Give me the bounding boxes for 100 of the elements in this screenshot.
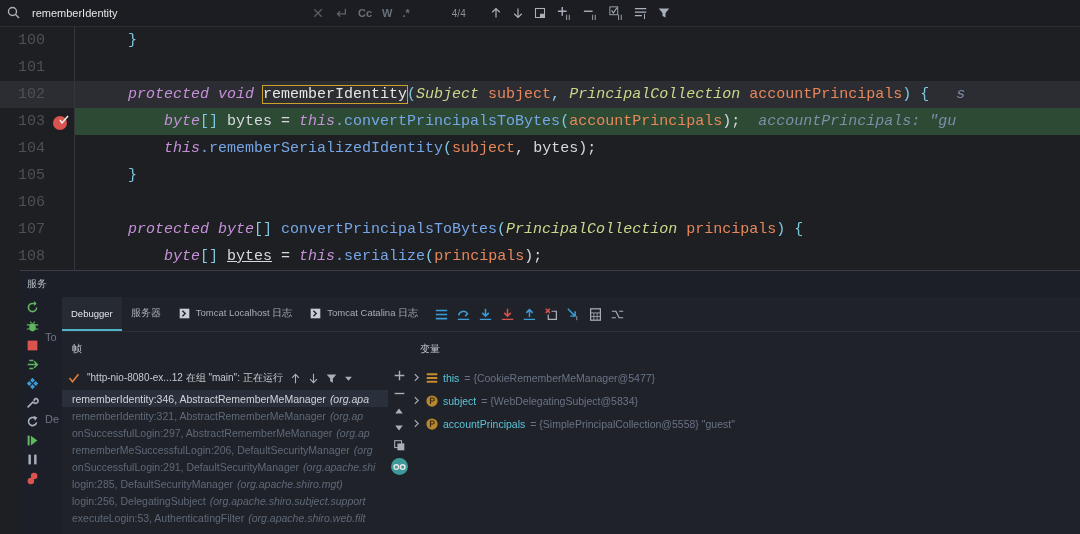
chevron-right-icon[interactable] [412, 396, 421, 405]
window-icon[interactable] [533, 7, 546, 19]
search-option-toggle[interactable]: Cc [358, 7, 373, 19]
filter-icon[interactable] [325, 372, 337, 384]
up-arrow-icon[interactable] [289, 372, 301, 384]
variable-name[interactable]: subject [443, 394, 477, 407]
code-token: rememberIdentity [263, 86, 408, 103]
pause-icon[interactable] [26, 453, 39, 466]
console-icon [310, 307, 322, 319]
code-token: subject [452, 140, 516, 157]
stack-frame[interactable]: onSuccessfulLogin:291, DefaultSecurityManager (org.apache.shi [62, 458, 388, 475]
filter-icon[interactable] [657, 7, 670, 19]
code-token: .rememberSerializedIdentity [200, 140, 444, 157]
code-token: bytes [533, 140, 579, 157]
stop-icon[interactable] [26, 339, 39, 352]
panel-tab[interactable]: Tomcat Localhost 日志 [169, 297, 302, 331]
calculator-icon[interactable] [589, 307, 603, 321]
tree-item[interactable]: To [45, 331, 62, 343]
menu-icon[interactable] [435, 307, 449, 321]
code-token: bytes [227, 248, 273, 265]
stack-frame[interactable]: rememberIdentity:346, AbstractRememberMeManager (org.apa [62, 390, 388, 407]
copy-icon[interactable] [393, 440, 405, 451]
plus-occurrence-icon[interactable] [555, 6, 572, 20]
panel-tab[interactable]: Debugger [62, 297, 122, 331]
refresh-icon[interactable] [26, 415, 39, 428]
variable-name[interactable]: this [443, 371, 460, 384]
branch-arrows-icon[interactable] [26, 358, 39, 371]
code-token: , [551, 86, 562, 103]
down-arrow-icon[interactable] [307, 372, 319, 384]
code-token: = [280, 248, 292, 265]
stack-lines-icon [426, 371, 438, 384]
stack-frame[interactable]: onSuccessfulLogin:297, AbstractRememberMeManager (org.ap [62, 424, 388, 441]
circular-arrow-icon[interactable] [26, 301, 39, 314]
down-arrow-icon[interactable] [511, 7, 524, 19]
code-token: ( [497, 221, 507, 238]
code-token: bytes = [227, 113, 292, 130]
code-token: byte [163, 113, 201, 130]
search-option-toggle[interactable]: .* [402, 7, 410, 19]
glasses-icon[interactable] [390, 458, 408, 475]
code-token: this [163, 140, 201, 157]
diamond-icon[interactable] [26, 377, 39, 390]
checkmark-icon [68, 372, 80, 384]
variable-name[interactable]: accountPrincipals [443, 417, 526, 430]
code-token: ); [524, 248, 543, 265]
search-icon[interactable] [6, 5, 22, 21]
code-token: .convertPrincipalsToBytes [335, 113, 561, 130]
code-token: accountPrincipals [749, 86, 903, 103]
chevron-right-icon[interactable] [412, 419, 421, 428]
resume-icon[interactable] [26, 434, 39, 447]
frames-header: 帧 [71, 341, 83, 356]
code-token: Subject [416, 86, 481, 103]
down-triangle-icon[interactable] [394, 423, 404, 433]
stack-frame[interactable]: login:256, DelegatingSubject (org.apache.shiro.subject.support [62, 492, 388, 509]
up-triangle-icon[interactable] [394, 406, 404, 416]
checkbox-occurrence-icon[interactable] [607, 6, 624, 20]
panel-tab[interactable]: Tomcat Catalina 日志 [301, 297, 428, 331]
inline-value-hint: accountPrincipals: "gu [757, 113, 957, 130]
code-token: } [127, 32, 137, 49]
breakpoints-icon[interactable] [26, 472, 39, 485]
code-token: byte [163, 248, 201, 265]
code-token: ) { [902, 86, 930, 103]
code-token: ( [560, 113, 570, 130]
step-out-icon[interactable] [523, 307, 537, 321]
thread-selector[interactable]: "http-nio-8080-ex...12 在组 "main": 正在运行 [87, 371, 283, 385]
variable-value: = {CookieRememberMeManager@5477} [464, 371, 656, 384]
code-token: accountPrincipals [569, 113, 723, 130]
code-token: PrincipalCollection [569, 86, 742, 103]
variable-value: = {WebDelegatingSubject@5834} [481, 394, 638, 407]
bug-icon[interactable] [26, 320, 39, 333]
lines-icon[interactable] [633, 6, 648, 20]
wrench-icon[interactable] [26, 396, 39, 409]
code-token: } [127, 167, 137, 184]
parameter-icon [426, 417, 438, 430]
code-token: PrincipalCollection [506, 221, 679, 238]
force-step-into-icon[interactable] [501, 307, 515, 321]
parameter-icon [426, 394, 438, 407]
plus-icon[interactable] [393, 370, 405, 381]
match-count: 4/4 [451, 7, 466, 19]
code-token: principals [686, 221, 777, 238]
code-token: this [299, 248, 336, 265]
return-arrow-icon[interactable] [334, 6, 348, 20]
search-field[interactable]: rememberIdentity [32, 7, 302, 19]
code-token: principals [434, 248, 525, 265]
stack-frame[interactable]: rememberMeSuccessfulLogin:206, DefaultSecurityManager (org [62, 441, 388, 458]
code-token: [] [200, 113, 220, 130]
stack-frame[interactable]: login:285, DefaultSecurityManager (org.apache.shiro.mgt) [62, 475, 388, 492]
search-option-toggle[interactable]: W [382, 7, 393, 19]
code-token: [] [200, 248, 220, 265]
tree-item[interactable]: De [45, 413, 62, 425]
panel-tab[interactable]: 服务器 [121, 297, 170, 331]
chevron-right-icon[interactable] [412, 373, 421, 382]
stack-frame[interactable]: executeLogin:53, AuthenticatingFilter (org.apache.shiro.web.filt [62, 509, 388, 526]
step-into-icon[interactable] [479, 307, 493, 321]
clear-icon[interactable] [312, 7, 324, 19]
code-token: ); [722, 113, 741, 130]
code-token: ); [578, 140, 597, 157]
up-arrow-icon[interactable] [489, 7, 502, 19]
stack-frame[interactable]: rememberIdentity:321, AbstractRememberMeManager (org.ap [62, 407, 388, 424]
drop-frame-icon[interactable] [545, 307, 559, 321]
code-token: protected void [127, 86, 256, 103]
